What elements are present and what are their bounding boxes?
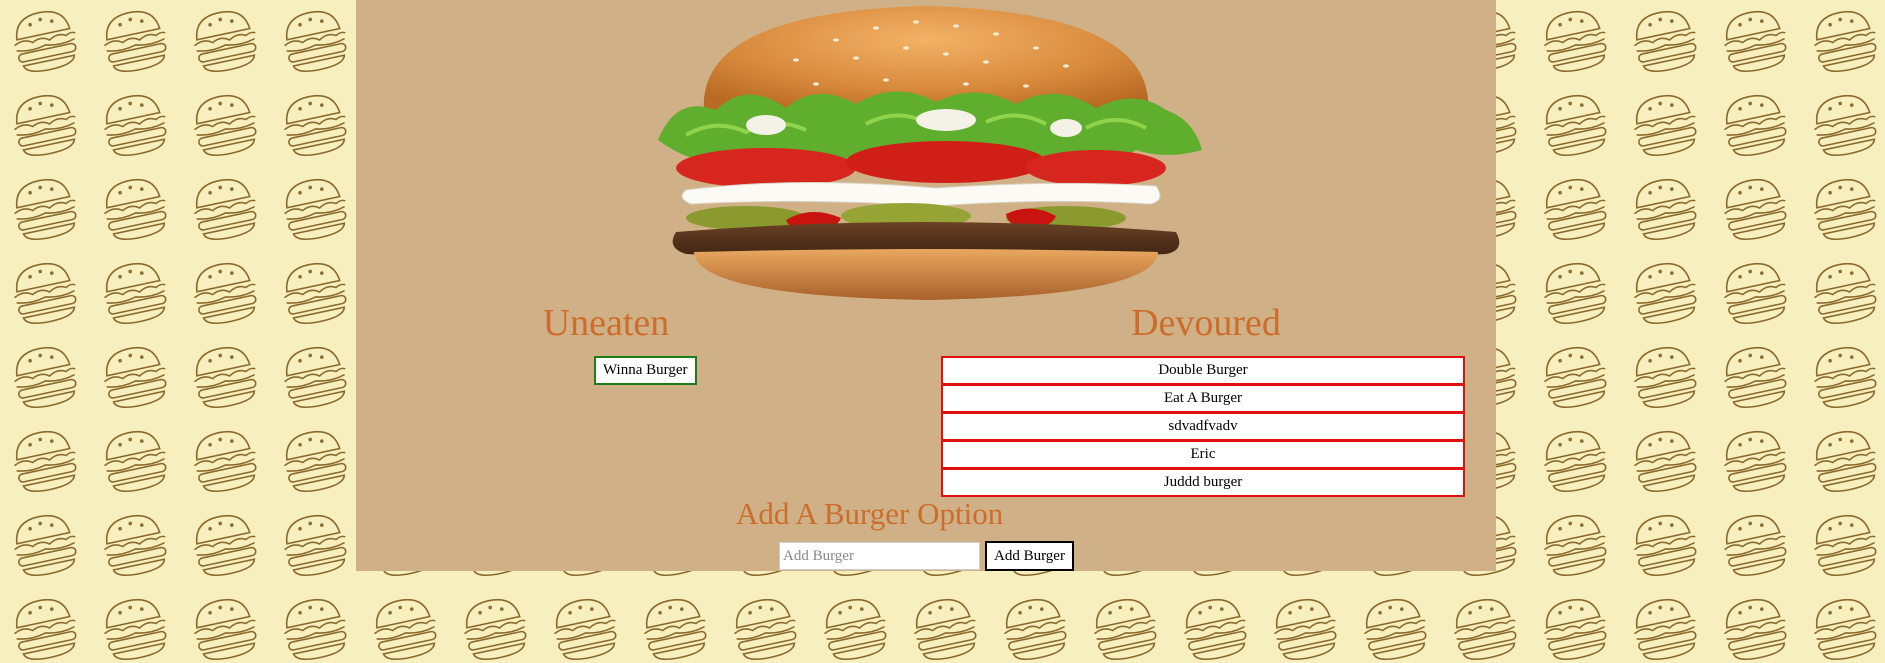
main-container: Uneaten Devoured Winna Burger Double Bur… [356,0,1496,571]
devoured-burger-item: Juddd burger [941,468,1465,497]
add-burger-heading: Add A Burger Option [736,496,1004,531]
devoured-burger-item: sdvadfvadv [941,412,1465,441]
add-burger-input[interactable] [779,542,980,570]
add-burger-form: Add Burger [779,541,1074,571]
devoured-list: Double Burger Eat A Burger sdvadfvadv Er… [941,356,1465,497]
burger-hero-image [658,6,1202,300]
uneaten-heading: Uneaten [542,302,670,344]
devoured-burger-item: Eat A Burger [941,384,1465,413]
uneaten-burger-item[interactable]: Winna Burger [594,356,697,385]
devoured-burger-item: Double Burger [941,356,1465,385]
devoured-heading: Devoured [1131,302,1281,344]
add-burger-button[interactable]: Add Burger [985,541,1074,571]
uneaten-list: Winna Burger [594,356,794,385]
devoured-burger-item: Eric [941,440,1465,469]
